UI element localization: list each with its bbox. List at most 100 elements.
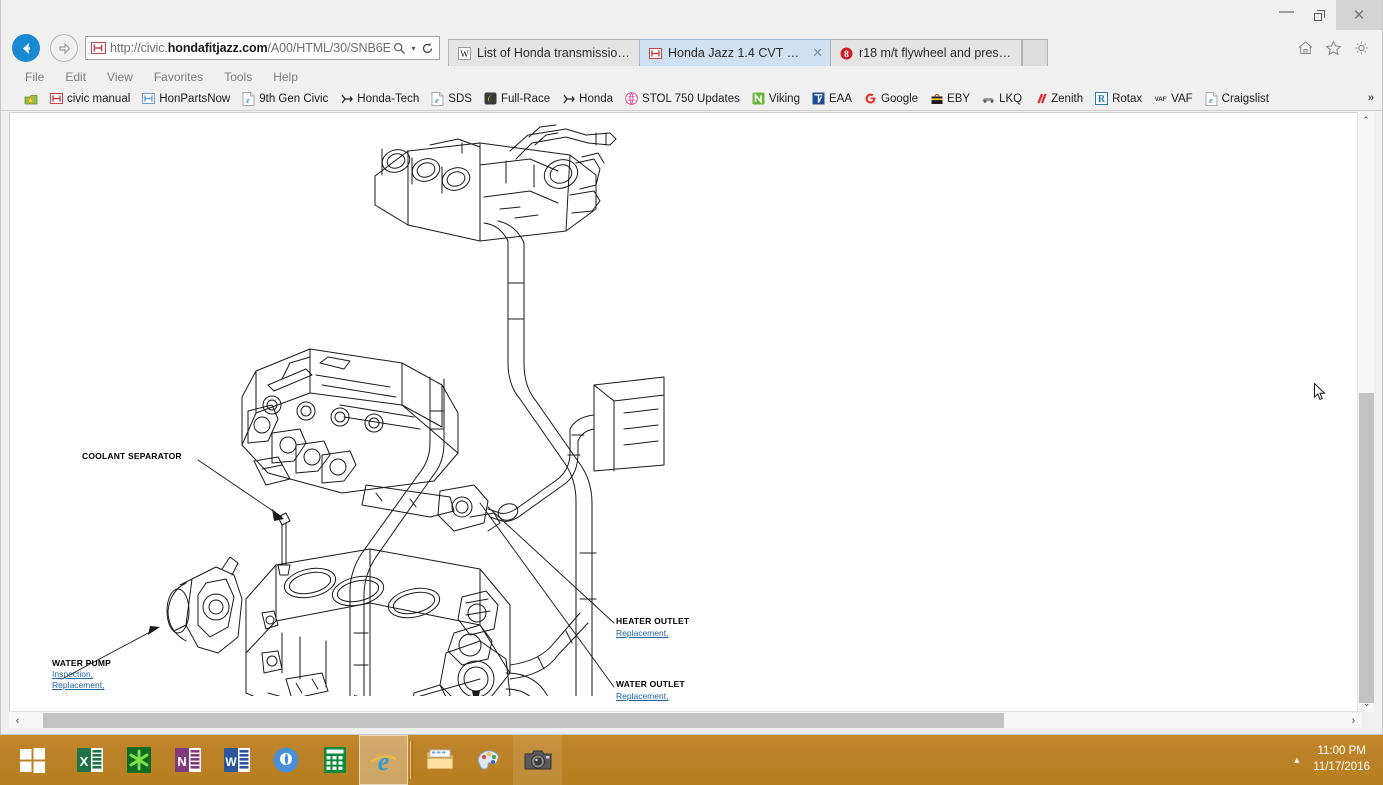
menu-favorites[interactable]: Favorites — [154, 70, 216, 84]
taskbar-paint[interactable] — [464, 735, 513, 785]
clock[interactable]: 11:00 PM 11/17/2016 — [1313, 744, 1370, 775]
home-icon[interactable] — [1292, 35, 1318, 61]
tab-2[interactable]: 8 r18 m/t flywheel and pressure ... — [830, 39, 1022, 66]
system-tray: ▲ 11:00 PM 11/17/2016 — [1292, 735, 1383, 785]
bookmark-label: HonPartsNow — [159, 92, 231, 105]
scroll-down-button[interactable]: ⌄ — [1358, 695, 1375, 712]
menu-tools[interactable]: Tools — [224, 70, 265, 84]
link-water-pump-replacement[interactable]: Replacement, — [52, 680, 104, 690]
tab-close-button[interactable]: ✕ — [812, 45, 823, 61]
menu-help[interactable]: Help — [273, 70, 311, 84]
chevron-down-icon[interactable]: ▾ — [408, 44, 419, 53]
horizontal-scroll-thumb[interactable] — [43, 713, 1004, 728]
bookmark-label: Zenith — [1051, 92, 1084, 105]
bookmark-rotax[interactable]: R Rotax — [1094, 91, 1142, 106]
minimize-button[interactable]: — — [1270, 0, 1303, 30]
taskbar-internet-explorer[interactable]: e — [359, 735, 408, 785]
file-explorer-icon — [426, 749, 453, 770]
new-tab-button[interactable] — [1022, 39, 1048, 66]
taskbar-chrome[interactable] — [261, 735, 310, 785]
tray-expand-caret-icon[interactable]: ▲ — [1292, 754, 1301, 766]
bookmark-stol-750-updates[interactable]: STOL 750 Updates — [624, 91, 740, 106]
honda-h-icon — [89, 40, 107, 56]
address-url-text: http://civic.hondafitjazz.com/A00/HTML/3… — [110, 41, 391, 55]
bookmark-label: Craigslist — [1221, 92, 1269, 105]
taskbar-green-asterisk-app[interactable] — [114, 735, 163, 785]
bookmark-label: Honda-Tech — [357, 92, 420, 105]
tab-title: r18 m/t flywheel and pressure ... — [859, 46, 1014, 60]
bookmark-vaf[interactable]: VAF VAF — [1153, 91, 1193, 106]
search-icon[interactable] — [391, 42, 408, 55]
taskbar-divider — [410, 741, 413, 779]
menu-view[interactable]: View — [107, 70, 146, 84]
start-button[interactable] — [0, 735, 65, 785]
honda-tech-icon — [561, 91, 576, 106]
rotax-r-icon: R — [1094, 91, 1109, 106]
internet-explorer-icon: e — [370, 747, 397, 776]
bookmark-9th-gen-civic[interactable]: e 9th Gen Civic — [241, 91, 328, 106]
clock-time: 11:00 PM — [1317, 745, 1366, 758]
refresh-icon[interactable] — [419, 42, 436, 55]
bookmark-label: SDS — [448, 92, 472, 105]
bookmark-civic-manual[interactable]: civic manual — [49, 91, 130, 106]
bookmark-label: EAA — [828, 92, 852, 105]
menu-edit[interactable]: Edit — [65, 70, 99, 84]
bookmark-label: VAF — [1171, 92, 1193, 105]
restore-button[interactable] — [1303, 0, 1336, 30]
svg-text:e: e — [246, 95, 250, 105]
onenote-icon: N — [174, 748, 201, 772]
mouse-cursor — [1314, 383, 1326, 401]
engine-cooling-system-diagram — [61, 124, 665, 696]
bookmark-honda[interactable]: Honda — [561, 91, 613, 106]
tab-title: List of Honda transmissions - ... — [477, 46, 632, 60]
desktop-screen: — ✕ http://civic.hondafitjazz.com/A00/HT… — [0, 0, 1383, 785]
paint-icon — [477, 750, 503, 770]
link-heater-outlet-replacement[interactable]: Replacement, — [616, 628, 668, 638]
tab-1[interactable]: Honda Jazz 1.4 CVT Making... ✕ — [639, 39, 831, 66]
bookmark-lkq[interactable]: LKQ — [981, 91, 1022, 106]
tab-0[interactable]: W List of Honda transmissions - ... — [448, 39, 640, 66]
link-water-outlet-replacement[interactable]: Replacement, — [616, 691, 668, 701]
bookmark-label: Honda — [579, 92, 614, 105]
eaa-icon — [811, 91, 826, 106]
scroll-up-button[interactable]: ⌃ — [1358, 112, 1374, 129]
bookmark-google[interactable]: Google — [863, 91, 918, 106]
tab-title: Honda Jazz 1.4 CVT Making... — [668, 46, 805, 60]
navigation-toolbar: http://civic.hondafitjazz.com/A00/HTML/3… — [1, 30, 1382, 66]
svg-text:N: N — [177, 754, 186, 769]
bookmark-eby[interactable]: EBY — [929, 91, 970, 106]
taskbar-onenote[interactable]: N — [163, 735, 212, 785]
vertical-scrollbar[interactable]: ⌃ ⌄ — [1357, 112, 1374, 712]
menu-file[interactable]: File — [25, 70, 57, 84]
bookmark-viking[interactable]: Viking — [751, 91, 800, 106]
bookmark-honda-tech[interactable]: Honda-Tech — [339, 91, 419, 106]
bookmark-craigslist[interactable]: e Craigslist — [1204, 91, 1269, 106]
scroll-right-button[interactable]: › — [1345, 712, 1362, 729]
taskbar-file-explorer[interactable] — [415, 735, 464, 785]
vertical-scroll-thumb[interactable] — [1359, 393, 1374, 703]
forward-button[interactable] — [45, 31, 83, 65]
address-bar[interactable]: http://civic.hondafitjazz.com/A00/HTML/3… — [85, 36, 440, 60]
bookmark-sds[interactable]: e SDS — [430, 91, 472, 106]
page-viewport: COOLANT SEPARATOR WATER PUMP Inspection,… — [9, 112, 1362, 712]
bookmarks-overflow-chevron-icon[interactable]: » — [1368, 92, 1374, 104]
taskbar-excel[interactable]: X — [65, 735, 114, 785]
horizontal-scrollbar[interactable]: ‹ › — [9, 711, 1362, 728]
bookmark-favorites-folder[interactable] — [23, 91, 38, 106]
bookmark-eaa[interactable]: EAA — [811, 91, 852, 106]
scroll-left-button[interactable]: ‹ — [9, 712, 26, 729]
zenith-icon — [1033, 91, 1048, 106]
back-button[interactable] — [7, 31, 45, 65]
gear-icon[interactable] — [1348, 35, 1374, 61]
bookmark-full-race[interactable]: Full-Race — [483, 91, 550, 106]
favorites-star-icon[interactable] — [1320, 35, 1346, 61]
bookmark-honpartsnow[interactable]: HonPartsNow — [141, 91, 230, 106]
taskbar-calculator[interactable] — [310, 735, 359, 785]
bookmark-zenith[interactable]: Zenith — [1033, 91, 1083, 106]
taskbar-camera-app[interactable] — [513, 735, 562, 785]
close-button[interactable]: ✕ — [1336, 0, 1382, 30]
clock-date: 11/17/2016 — [1313, 761, 1370, 773]
taskbar-word[interactable]: W — [212, 735, 261, 785]
link-water-pump-inspection[interactable]: Inspection, — [52, 669, 93, 679]
wikipedia-icon: W — [457, 46, 472, 61]
